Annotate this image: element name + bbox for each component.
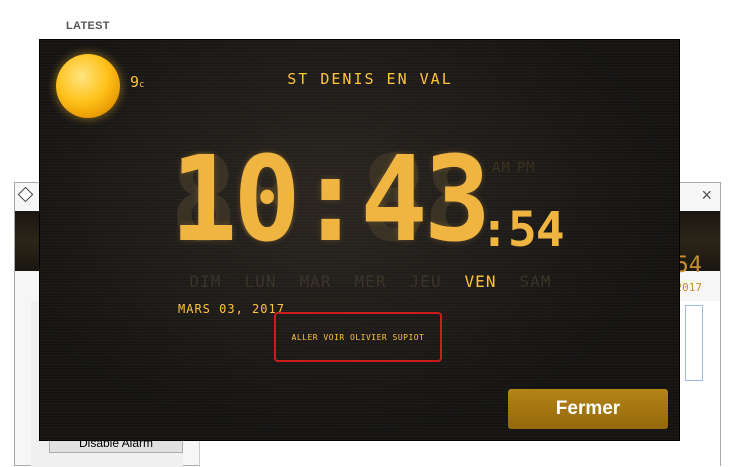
background-time-fragment: 54: [675, 253, 703, 278]
section-label-latest: LATEST: [66, 20, 110, 32]
day-lun: LUN: [244, 272, 277, 291]
app-window-icon: [17, 186, 34, 203]
time-display: 10:43: [170, 141, 491, 259]
day-mar: MAR: [299, 272, 332, 291]
weekday-row: DIM LUN MAR MER JEU VEN SAM: [178, 272, 563, 291]
hours-display: 10: [170, 131, 301, 269]
temperature-unit: c: [139, 80, 145, 90]
temperature-readout: 9c: [130, 73, 144, 91]
alarm-message-box: ALLER VOIR OLIVIER SUPIOT: [274, 312, 442, 362]
sun-icon: [56, 54, 120, 118]
day-ven-active: VEN: [464, 272, 497, 291]
am-indicator: AM: [492, 160, 511, 176]
seconds-value: 54: [507, 202, 565, 258]
pm-indicator: PM: [516, 160, 536, 176]
day-dim: DIM: [189, 272, 222, 291]
date-label: MARS 03, 2017: [178, 302, 285, 316]
seconds-display: :54: [480, 202, 565, 258]
minutes-display: 43: [360, 131, 491, 269]
temperature-value: 9: [130, 73, 140, 91]
location-label: ST DENIS EN VAL: [287, 70, 453, 88]
background-list-box[interactable]: [685, 305, 703, 381]
fermer-button[interactable]: Fermer: [508, 389, 668, 429]
background-date-fragment: 2017: [675, 281, 703, 294]
day-mer: MER: [354, 272, 387, 291]
day-sam: SAM: [519, 272, 552, 291]
alarm-message-text: ALLER VOIR OLIVIER SUPIOT: [291, 332, 425, 342]
day-jeu: JEU: [409, 272, 442, 291]
alarm-clock-overlay: 9c ST DENIS EN VAL AMPM 88:88 10:43 :54 …: [40, 40, 679, 440]
ampm-indicator: AM PM: [492, 160, 542, 176]
close-icon[interactable]: ×: [701, 184, 712, 206]
time-colon: :: [296, 131, 364, 269]
